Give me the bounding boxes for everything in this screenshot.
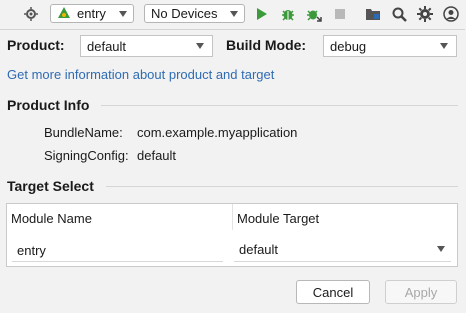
device-selector-value: No Devices	[151, 6, 218, 21]
info-link[interactable]: Get more information about product and t…	[7, 67, 274, 82]
divider	[101, 105, 458, 106]
debug-icon[interactable]	[279, 5, 297, 23]
product-select[interactable]: default	[80, 35, 213, 57]
build-mode-select-value: debug	[330, 38, 367, 54]
apply-button-label: Apply	[404, 284, 438, 300]
column-divider	[232, 204, 233, 230]
chevron-down-icon	[196, 43, 204, 49]
cancel-button[interactable]: Cancel	[296, 280, 370, 304]
cancel-button-label: Cancel	[312, 284, 354, 300]
chevron-down-icon	[437, 246, 445, 252]
product-info-title: Product Info	[7, 97, 90, 113]
build-mode-select[interactable]: debug	[323, 35, 457, 57]
chevron-down-icon	[440, 43, 448, 49]
stop-icon[interactable]	[331, 5, 349, 23]
target-icon[interactable]	[22, 5, 40, 23]
build-mode-label: Build Mode:	[226, 37, 307, 53]
row-module-name: entry	[17, 243, 46, 258]
target-select-title: Target Select	[7, 178, 94, 194]
signing-config-value: default	[137, 148, 177, 163]
device-selector[interactable]: No Devices	[144, 4, 245, 23]
column-header-module-target: Module Target	[237, 211, 320, 226]
account-icon[interactable]	[442, 5, 460, 23]
run-icon[interactable]	[253, 5, 271, 23]
apply-button[interactable]: Apply	[385, 280, 457, 304]
divider	[106, 186, 458, 187]
chevron-down-icon	[230, 11, 238, 17]
bundle-name-value: com.example.myapplication	[137, 125, 298, 140]
attach-debugger-icon[interactable]	[305, 5, 323, 23]
module-target-select[interactable]: default	[234, 237, 451, 262]
search-icon[interactable]	[390, 5, 408, 23]
bundle-name-label: BundleName:	[44, 125, 123, 140]
project-structure-icon[interactable]	[364, 5, 382, 23]
column-header-module-name: Module Name	[11, 211, 92, 226]
android-app-icon	[57, 6, 71, 22]
toolbar: entry No Devices	[0, 0, 466, 28]
product-label: Product:	[7, 37, 65, 53]
settings-icon[interactable]	[416, 5, 434, 23]
module-selector[interactable]: entry	[50, 4, 134, 23]
signing-config-label: SigningConfig:	[44, 148, 129, 163]
module-target-value: default	[239, 241, 279, 257]
chevron-down-icon	[119, 11, 127, 17]
product-select-value: default	[87, 38, 127, 54]
module-selector-value: entry	[77, 6, 106, 21]
